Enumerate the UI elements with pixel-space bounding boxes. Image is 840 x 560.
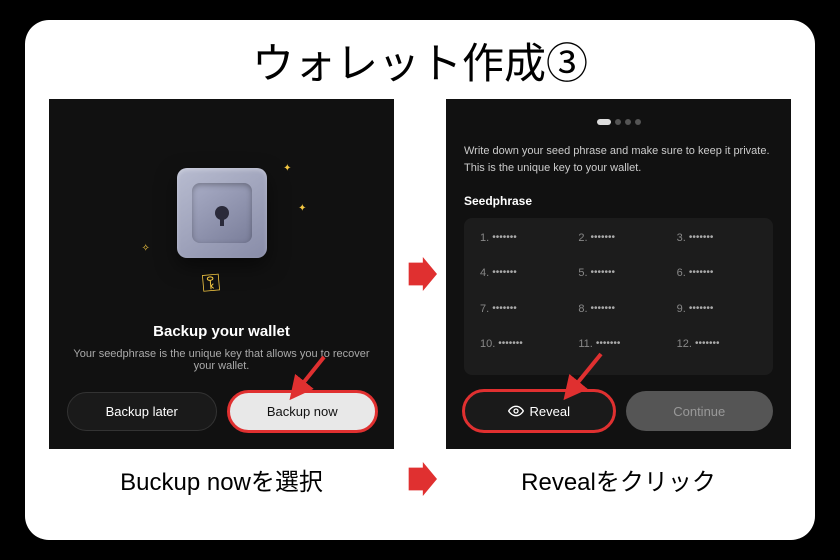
seed-word: 4.••••••• bbox=[480, 267, 560, 290]
panels-row: ⚿ ✦ ✦ ✧ Backup your wallet Your seedphra… bbox=[45, 99, 795, 449]
seed-word: 12.••••••• bbox=[677, 338, 757, 361]
seedphrase-instruction: Write down your seed phrase and make sur… bbox=[464, 143, 773, 176]
safe-illustration: ⚿ ✦ ✦ ✧ bbox=[162, 163, 282, 303]
backup-later-button[interactable]: Backup later bbox=[67, 392, 217, 431]
backup-button-row: Backup later Backup now bbox=[67, 392, 376, 431]
sparkle-icon: ✦ bbox=[298, 203, 306, 214]
progress-dots bbox=[464, 119, 773, 125]
sparkle-icon: ✦ bbox=[283, 163, 291, 174]
continue-button[interactable]: Continue bbox=[626, 391, 774, 431]
captions-row: Buckup nowを選択 Revealをクリック bbox=[45, 461, 795, 497]
caption-left: Buckup nowを選択 bbox=[49, 462, 394, 497]
seedphrase-panel: Write down your seed phrase and make sur… bbox=[446, 99, 791, 449]
reveal-button-row: Reveal Continue bbox=[464, 391, 773, 431]
backup-panel: ⚿ ✦ ✦ ✧ Backup your wallet Your seedphra… bbox=[49, 99, 394, 449]
step-arrow-icon bbox=[402, 256, 438, 292]
seed-word: 3.••••••• bbox=[677, 232, 757, 255]
tutorial-card: ウォレット作成③ ⚿ ✦ ✦ ✧ Backup your wallet Your… bbox=[25, 20, 815, 540]
seed-word: 11.••••••• bbox=[578, 338, 658, 361]
seed-word: 6.••••••• bbox=[677, 267, 757, 290]
dot-active bbox=[597, 119, 611, 125]
dot bbox=[615, 119, 621, 125]
seedphrase-grid: 1.••••••• 2.••••••• 3.••••••• 4.••••••• … bbox=[464, 218, 773, 375]
seed-word: 10.••••••• bbox=[480, 338, 560, 361]
backup-description: Your seedphrase is the unique key that a… bbox=[67, 348, 376, 372]
page-title: ウォレット作成③ bbox=[45, 30, 795, 91]
backup-heading: Backup your wallet bbox=[153, 323, 290, 340]
keyhole-icon bbox=[215, 206, 229, 220]
backup-now-button[interactable]: Backup now bbox=[229, 392, 377, 431]
key-icon: ⚿ bbox=[200, 269, 221, 298]
caption-right: Revealをクリック bbox=[446, 462, 791, 497]
reveal-label: Reveal bbox=[530, 404, 570, 419]
reveal-button[interactable]: Reveal bbox=[464, 391, 614, 431]
seed-word: 9.••••••• bbox=[677, 303, 757, 326]
seed-word: 8.••••••• bbox=[578, 303, 658, 326]
dot bbox=[625, 119, 631, 125]
seed-word: 5.••••••• bbox=[578, 267, 658, 290]
sparkle-icon: ✧ bbox=[142, 243, 150, 254]
seed-word: 1.••••••• bbox=[480, 232, 560, 255]
eye-icon bbox=[508, 403, 524, 419]
seedphrase-label: Seedphrase bbox=[464, 194, 773, 208]
step-arrow-icon bbox=[402, 461, 438, 497]
seed-word: 7.••••••• bbox=[480, 303, 560, 326]
dot bbox=[635, 119, 641, 125]
seed-word: 2.••••••• bbox=[578, 232, 658, 255]
